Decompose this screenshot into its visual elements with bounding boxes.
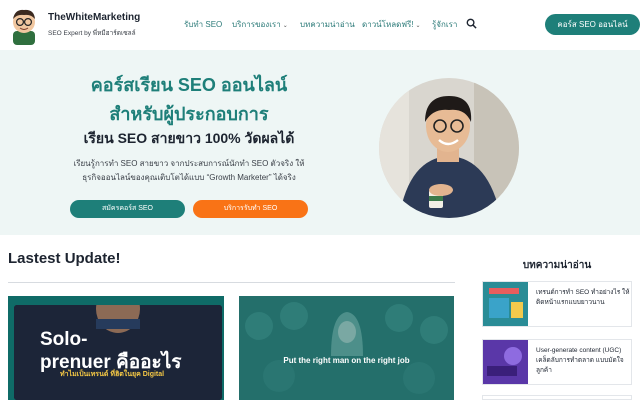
sidebar-article[interactable]: เทรนด์การทำ SEO ทำอย่างไร ให้ติดหน้าแรกแ…: [482, 281, 632, 327]
article-thumbnail: [483, 282, 528, 326]
nav-item-services[interactable]: บริการของเรา ⌄: [232, 18, 288, 31]
nav-label: ดาวน์โหลดฟรี!: [362, 20, 414, 29]
card-subtitle: ทำไมเป็นเทรนด์ ที่ฮิตในยุค Digital: [60, 371, 165, 378]
card-caption: Put the right man on the right job: [283, 356, 410, 365]
article-thumbnail: [483, 340, 528, 384]
hero-description-line1: เรียนรู้การทำ SEO สายขาว จากประสบการณ์นั…: [73, 159, 305, 168]
hero-portrait-photo: [379, 78, 519, 218]
nav-label: รับทำ SEO: [184, 20, 223, 29]
hero-title-line2: สำหรับผู้ประกอบการ: [109, 104, 269, 124]
section-divider: [8, 282, 455, 283]
search-icon[interactable]: [466, 18, 477, 29]
sidebar-article[interactable]: [482, 395, 632, 400]
chevron-down-icon: ⌄: [282, 23, 288, 29]
course-cta-button[interactable]: คอร์ส SEO ออนไลน์: [545, 14, 640, 35]
hero-description: เรียนรู้การทำ SEO สายขาว จากประสบการณ์นั…: [60, 157, 318, 185]
hero-title-line1: คอร์สเรียน SEO ออนไลน์: [90, 75, 288, 95]
hero-subtitle: เรียน SEO สายขาว 100% วัดผลได้: [83, 130, 295, 146]
logo-avatar[interactable]: [7, 7, 41, 45]
article-card-right-man[interactable]: [239, 296, 454, 400]
chevron-down-icon: ⌄: [415, 23, 421, 29]
site-header: TheWhiteMarketing SEO Expert by พี่หมีฮา…: [0, 0, 640, 50]
nav-label: บทความน่าอ่าน: [300, 20, 355, 29]
card-illustration: [239, 296, 454, 400]
nav-item-seo-service[interactable]: รับทำ SEO: [184, 18, 222, 31]
brand-tagline: SEO Expert by พี่หมีฮาร์ดเซลล์: [48, 30, 136, 37]
enroll-course-button[interactable]: สมัครคอร์ส SEO: [70, 200, 185, 218]
latest-update-heading: Lastest Update!: [8, 250, 121, 267]
nav-item-articles[interactable]: บทความน่าอ่าน: [300, 18, 355, 31]
nav-item-about[interactable]: รู้จักเรา: [432, 18, 457, 31]
nav-item-downloads[interactable]: ดาวน์โหลดฟรี! ⌄: [362, 18, 421, 31]
hero-section: คอร์สเรียน SEO ออนไลน์ สำหรับผู้ประกอบกา…: [0, 50, 640, 235]
nav-label: บริการของเรา: [232, 20, 281, 29]
sidebar-article-title: เทรนด์การทำ SEO ทำอย่างไร ให้ติดหน้าแรกแ…: [536, 289, 630, 306]
nav-label: รู้จักเรา: [432, 20, 458, 29]
seo-service-button[interactable]: บริการรับทำ SEO: [193, 200, 308, 218]
brand-name[interactable]: TheWhiteMarketing: [48, 12, 140, 23]
sidebar-article[interactable]: User-generate content (UGC) เคล็ดลับการท…: [482, 339, 632, 385]
sidebar-article-title: User-generate content (UGC) เคล็ดลับการท…: [536, 347, 624, 374]
sidebar-heading: บทความน่าอ่าน: [522, 260, 592, 271]
hero-description-line2: ธุรกิจออนไลน์ของคุณเติบโตได้แบบ “Growth …: [82, 173, 296, 182]
